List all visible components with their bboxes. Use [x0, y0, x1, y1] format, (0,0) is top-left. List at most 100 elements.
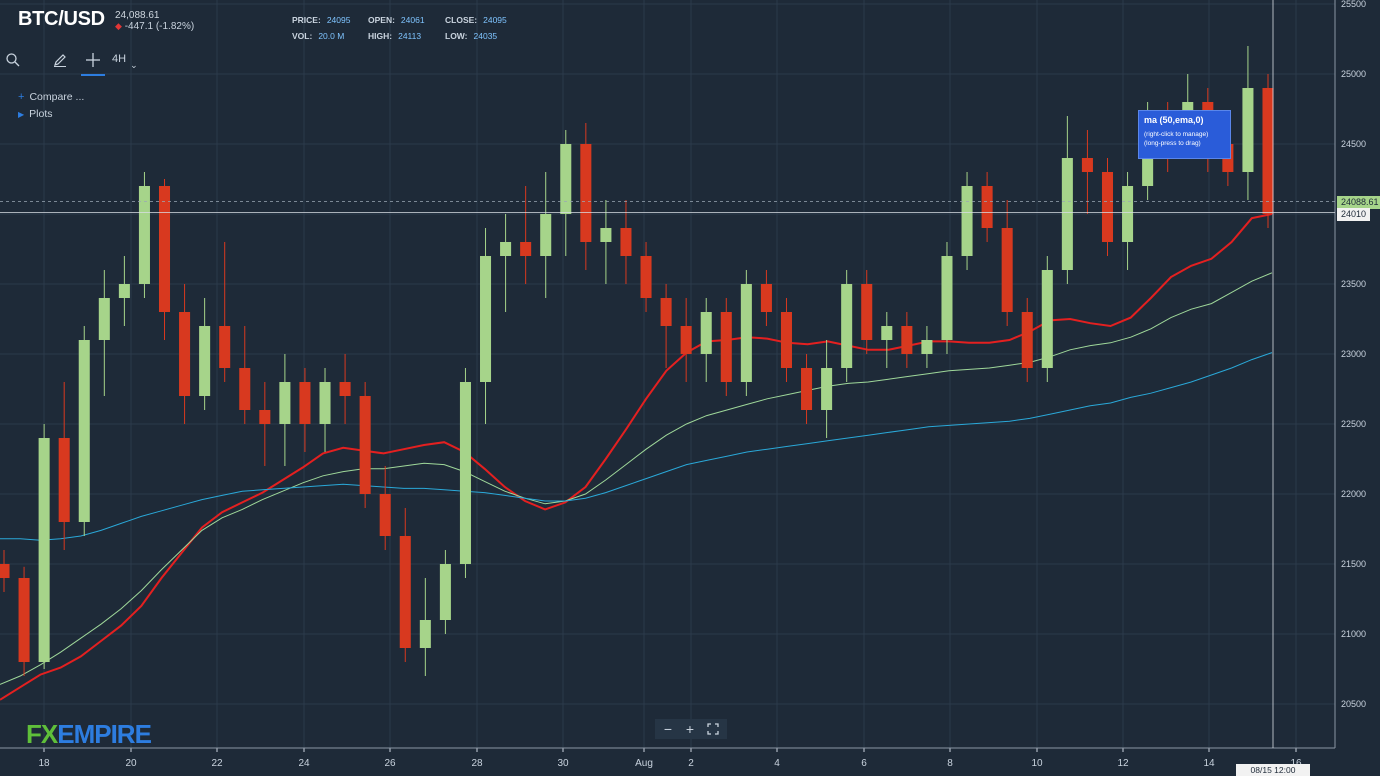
- zoom-out-button[interactable]: −: [657, 719, 679, 739]
- y-tick-label: 21500: [1341, 559, 1366, 569]
- x-tick-label: 8: [947, 758, 953, 769]
- crosshair-date-tag: 08/15 12:00: [1236, 764, 1310, 776]
- plots-menu-item[interactable]: ▶ Plots: [18, 108, 53, 120]
- candle-body: [259, 410, 271, 424]
- candle-body: [560, 144, 572, 214]
- candle-body: [459, 382, 471, 564]
- candle-body: [480, 256, 492, 382]
- ohlc-col-2: OPEN: 24061 HIGH: 24113: [368, 12, 425, 44]
- open-value: 24061: [400, 15, 425, 25]
- ohlc-col-3: CLOSE: 24095 LOW: 24035: [445, 12, 507, 44]
- tooltip-line-1: (right-click to manage): [1144, 131, 1209, 138]
- symbol-name[interactable]: BTC/USD: [18, 8, 105, 30]
- zoom-controls: − +: [655, 719, 727, 739]
- open-label: OPEN:: [368, 15, 395, 25]
- candle-body: [98, 298, 110, 340]
- candle-body: [399, 536, 411, 648]
- candle-body: [981, 186, 993, 228]
- price-value: 24095: [326, 15, 351, 25]
- candle-body: [921, 340, 933, 354]
- fullscreen-icon[interactable]: [702, 719, 724, 739]
- x-tick-label: 24: [298, 758, 310, 769]
- candle-body: [881, 326, 893, 340]
- candle-body: [961, 186, 973, 256]
- candle-body: [640, 256, 652, 298]
- candle-body: [439, 564, 451, 620]
- price-change: -447.1 (-1.82%): [124, 21, 195, 32]
- candle-body: [38, 438, 50, 662]
- last-price-box: 24,088.61 ◆ -447.1 (-1.82%): [115, 10, 194, 32]
- candle-body: [0, 564, 10, 578]
- indicator-tooltip[interactable]: ma (50,ema,0) (right-click to manage) (l…: [1138, 110, 1231, 159]
- down-arrow-icon: ◆: [115, 21, 122, 31]
- candle-body: [219, 326, 231, 368]
- candle-body: [1101, 172, 1114, 242]
- vol-value: 20.0 M: [318, 31, 345, 41]
- candle-body: [500, 242, 512, 256]
- candle-body: [520, 242, 532, 256]
- candle-body: [339, 382, 351, 396]
- candle-body: [700, 312, 712, 354]
- candle-body: [760, 284, 772, 312]
- candle-body: [841, 284, 853, 368]
- x-tick-label: 4: [774, 758, 780, 769]
- candle-body: [720, 312, 732, 382]
- compare-menu-item[interactable]: + Compare ...: [18, 91, 84, 103]
- last-price: 24,088.61: [115, 10, 160, 21]
- close-label: CLOSE:: [445, 15, 478, 25]
- x-tick-label: 10: [1031, 758, 1043, 769]
- crosshair-icon[interactable]: [81, 46, 105, 76]
- zoom-in-button[interactable]: +: [679, 719, 701, 739]
- candle-body: [138, 186, 150, 284]
- play-triangle-icon: ▶: [18, 110, 25, 119]
- candle-body: [1081, 158, 1093, 172]
- x-tick-label: 14: [1203, 758, 1215, 769]
- candle-body: [901, 326, 913, 354]
- candle-body: [1242, 88, 1254, 172]
- high-value: 24113: [398, 31, 422, 41]
- y-tick-label: 24500: [1341, 139, 1366, 149]
- candle-body: [680, 326, 692, 354]
- interval-label: 4H: [112, 53, 127, 65]
- candle-body: [239, 368, 251, 410]
- symbol-title[interactable]: BTC/USD: [18, 8, 105, 31]
- candle-body: [158, 186, 171, 312]
- x-tick-label: 22: [211, 758, 223, 769]
- logo-fx: FX: [26, 719, 58, 749]
- y-tick-label: 23500: [1341, 279, 1366, 289]
- candle-body: [600, 228, 612, 242]
- logo-empire: EMPIRE: [57, 719, 152, 749]
- candle-body: [379, 494, 391, 536]
- tooltip-title: ma (50,ema,0): [1144, 115, 1204, 125]
- candle-body: [861, 284, 873, 340]
- candle-body: [660, 298, 672, 326]
- candle-body: [179, 312, 191, 396]
- candle-body: [299, 382, 311, 424]
- candle-body: [821, 368, 833, 410]
- compare-label: Compare ...: [29, 91, 85, 103]
- x-tick-label: 18: [38, 758, 50, 769]
- candle-body: [620, 228, 632, 256]
- candle-body: [941, 256, 953, 340]
- search-icon[interactable]: [2, 46, 24, 74]
- y-tick-label: 22000: [1341, 489, 1366, 499]
- x-tick-label: 30: [557, 758, 569, 769]
- candle-body: [58, 438, 70, 522]
- tooltip-line-2: (long-press to drag): [1144, 140, 1201, 147]
- interval-selector[interactable]: 4H ⌄: [112, 46, 146, 74]
- candle-body: [319, 382, 331, 424]
- candle-body: [1021, 312, 1033, 368]
- candle-body: [540, 214, 552, 256]
- candle-body: [1122, 186, 1134, 242]
- x-tick-label: Aug: [635, 758, 653, 769]
- pencil-icon[interactable]: [48, 46, 72, 74]
- y-tick-label: 22500: [1341, 419, 1366, 429]
- x-tick-label: 20: [125, 758, 137, 769]
- y-tick-label: 25500: [1341, 0, 1366, 9]
- x-tick-label: 26: [384, 758, 396, 769]
- low-value: 24035: [473, 31, 498, 41]
- candle-body: [279, 382, 291, 424]
- candle-body: [1001, 228, 1013, 312]
- candle-body: [18, 578, 30, 662]
- price-label: PRICE:: [292, 15, 321, 25]
